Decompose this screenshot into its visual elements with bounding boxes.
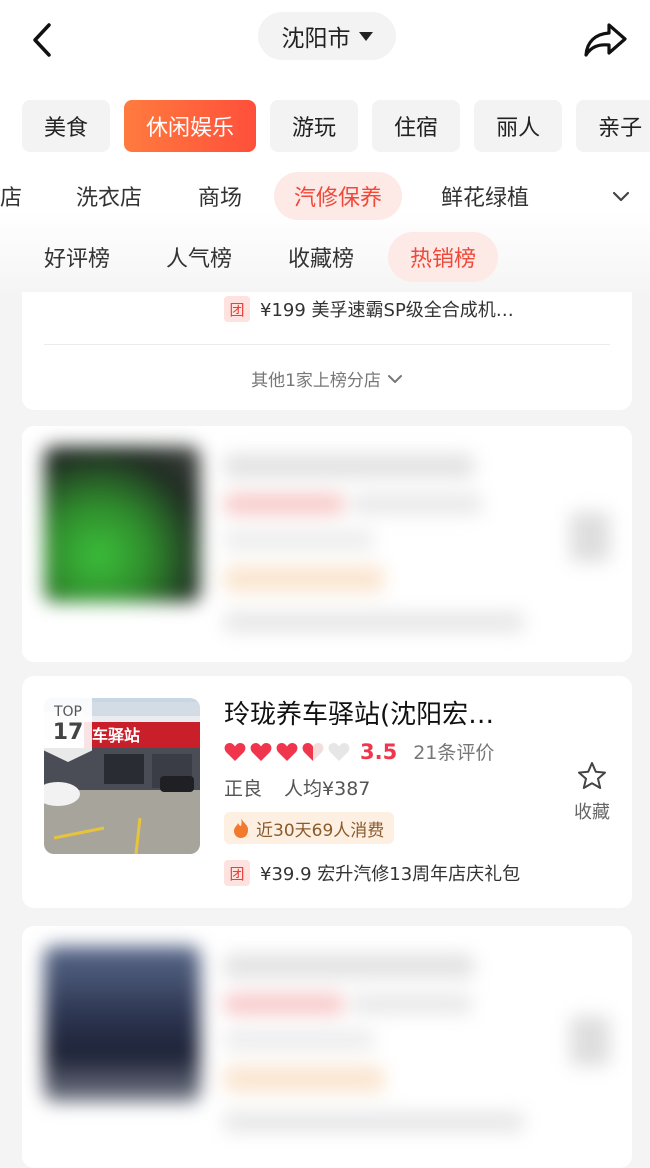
blurred-text — [224, 1066, 384, 1092]
shop-photo — [44, 946, 200, 1102]
blurred-text — [224, 954, 474, 978]
more-branches-link[interactable]: 其他1家上榜分店 — [22, 366, 632, 391]
heart-empty-icon — [328, 742, 350, 761]
category-label: 丽人 — [496, 116, 541, 141]
more-branches-label: 其他1家上榜分店 — [251, 371, 381, 391]
ranking-tabs: 好评榜 人气榜 收藏榜 热销榜 — [0, 232, 650, 282]
avg-price: 人均¥387 — [284, 778, 371, 800]
shop-card-blurred[interactable] — [22, 426, 632, 662]
subcategory-flowers[interactable]: 鲜花绿植 — [441, 172, 529, 220]
heart-icon — [276, 742, 298, 761]
shop-photo: 车驿站 TOP 17 — [44, 698, 200, 854]
deal-line[interactable]: 团 ¥39.9 宏升汽修13周年店庆礼包 — [224, 860, 520, 886]
blurred-text — [224, 530, 374, 550]
shop-photo — [44, 446, 200, 602]
category-label: 住宿 — [394, 116, 439, 141]
heart-icon — [250, 742, 272, 761]
storefront-sign: 车驿站 — [92, 726, 140, 745]
shop-meta: 正良 人均¥387 — [224, 774, 370, 801]
category-label: 美食 — [44, 116, 89, 141]
deal-line[interactable]: 团 ¥199 美孚速霸SP级全合成机… — [224, 296, 514, 322]
rating-score: 3.5 — [360, 739, 398, 764]
category-label: 休闲娱乐 — [146, 116, 235, 141]
subcategory-tabs: 店 洗衣店 商场 汽修保养 鲜花绿植 — [0, 172, 650, 222]
flame-icon — [234, 818, 249, 838]
heart-half-icon — [302, 742, 324, 761]
divider — [44, 344, 610, 345]
favorite-button[interactable]: 收藏 — [567, 760, 617, 824]
category-leisure[interactable]: 休闲娱乐 — [124, 100, 257, 152]
blurred-text — [224, 566, 384, 592]
favorite-label: 收藏 — [574, 802, 610, 823]
group-deal-icon: 团 — [224, 296, 250, 322]
shop-area: 正良 — [224, 778, 263, 800]
blurred-text — [224, 1112, 524, 1132]
rank-prefix: TOP — [53, 704, 82, 720]
category-label: 游玩 — [292, 116, 337, 141]
shop-name[interactable]: 玲珑养车驿站(沈阳宏… — [224, 694, 554, 731]
blurred-text — [352, 994, 472, 1014]
shop-card-featured[interactable]: 车驿站 TOP 17 玲珑养车驿站(沈阳宏… 3.5 21条评价 正良 人均¥3… — [22, 676, 632, 908]
blurred-text — [224, 454, 474, 478]
blurred-content — [22, 926, 632, 1168]
rank-tab-best-selling[interactable]: 热销榜 — [388, 232, 499, 282]
deal-text: ¥199 美孚速霸SP级全合成机… — [260, 300, 514, 321]
group-deal-icon: 团 — [224, 860, 250, 886]
category-play[interactable]: 游玩 — [270, 100, 359, 152]
rank-number: 17 — [52, 720, 84, 745]
blurred-text — [224, 494, 344, 514]
review-count[interactable]: 21条评价 — [413, 738, 494, 765]
share-button[interactable] — [578, 16, 632, 64]
chevron-down-icon — [387, 374, 402, 383]
blurred-text — [352, 494, 482, 514]
blurred-icon — [570, 1016, 610, 1066]
rank-tab-top-rated[interactable]: 好评榜 — [44, 232, 110, 282]
consumption-text: 近30天69人消费 — [256, 820, 385, 841]
deal-text: ¥39.9 宏升汽修13周年店庆礼包 — [260, 864, 521, 885]
heart-icon — [224, 742, 246, 761]
category-tabs: 美食 休闲娱乐 游玩 住宿 丽人 亲子 — [22, 100, 650, 152]
blurred-text — [224, 994, 344, 1014]
subcategory-auto-repair[interactable]: 汽修保养 — [274, 172, 403, 220]
category-label: 亲子 — [598, 116, 643, 141]
category-food[interactable]: 美食 — [22, 100, 111, 152]
subcategory-store[interactable]: 店 — [0, 172, 22, 220]
rank-badge: TOP 17 — [44, 698, 92, 762]
chevron-down-icon[interactable] — [610, 186, 632, 208]
city-selector[interactable]: 沈阳市 — [258, 12, 396, 60]
rating-row: 3.5 21条评价 — [224, 738, 494, 765]
blurred-icon — [570, 512, 610, 562]
star-icon — [578, 762, 606, 789]
shop-card-blurred[interactable] — [22, 926, 632, 1168]
consumption-badge: 近30天69人消费 — [224, 812, 395, 844]
subcategory-mall[interactable]: 商场 — [198, 172, 242, 220]
back-button[interactable] — [22, 18, 62, 62]
category-beauty[interactable]: 丽人 — [474, 100, 563, 152]
shop-card-partial[interactable]: 团 ¥199 美孚速霸SP级全合成机… 其他1家上榜分店 — [22, 292, 632, 410]
city-name: 沈阳市 — [281, 26, 351, 52]
rank-tab-popular[interactable]: 人气榜 — [166, 232, 232, 282]
blurred-text — [224, 612, 524, 632]
rank-tab-favorites[interactable]: 收藏榜 — [288, 232, 354, 282]
subcategory-laundry[interactable]: 洗衣店 — [76, 172, 142, 220]
caret-down-icon — [358, 31, 373, 41]
category-hotel[interactable]: 住宿 — [372, 100, 461, 152]
chevron-left-icon — [33, 23, 51, 57]
category-family[interactable]: 亲子 — [576, 100, 650, 152]
blurred-content — [22, 426, 632, 662]
blurred-text — [224, 1030, 374, 1050]
share-icon — [584, 23, 627, 57]
